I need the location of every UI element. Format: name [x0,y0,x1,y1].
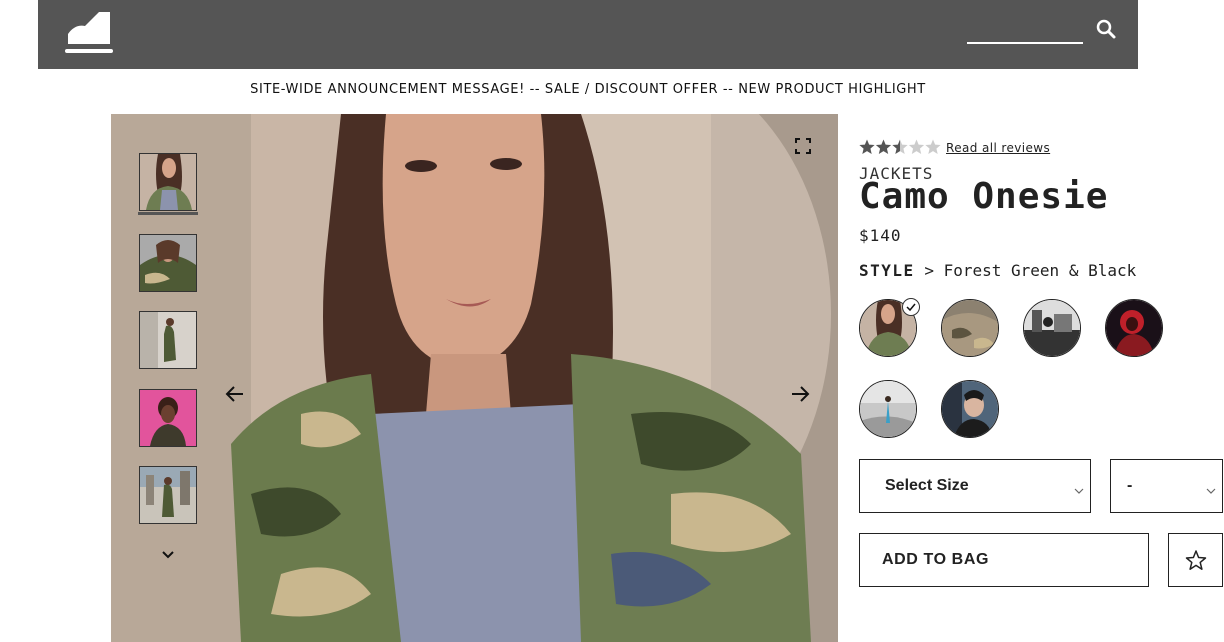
announcement-banner[interactable]: SITE-WIDE ANNOUNCEMENT MESSAGE! -- SALE … [0,82,1176,97]
add-to-bag-label: ADD TO BAG [882,551,990,568]
style-separator: > [924,261,934,280]
thumbnail-active-indicator [138,212,198,215]
product-price: $140 [859,226,902,245]
size-select-value: Select Size [885,477,969,494]
chevron-down-icon [1206,482,1216,500]
product-main-image[interactable] [111,114,838,642]
rating-star [859,139,875,154]
style-swatch-5[interactable] [859,380,917,438]
rating-star [908,139,925,154]
thumbnail-5[interactable] [139,466,197,524]
site-header [38,0,1138,69]
thumbnail-4[interactable] [139,389,197,447]
selected-check-icon [902,298,920,316]
quantity-select[interactable]: - [1110,459,1223,513]
arrow-right-icon[interactable] [790,385,810,408]
quantity-select-value: - [1127,477,1133,494]
style-swatch-6[interactable] [941,380,999,438]
style-label: STYLE [859,261,915,280]
size-select[interactable]: Select Size [859,459,1091,513]
search-input[interactable] [967,18,1083,44]
style-selection: STYLE > Forest Green & Black [859,261,1136,280]
chevron-down-icon[interactable] [161,547,175,565]
arrow-left-icon[interactable] [225,385,245,408]
star-outline-icon [1185,550,1207,570]
chevron-down-icon [1074,482,1084,500]
read-reviews-link[interactable]: Read all reviews [946,141,1050,155]
rating-star [925,139,941,154]
style-swatch-4[interactable] [1105,299,1163,357]
thumbnail-2[interactable] [139,234,197,292]
product-title: Camo Onesie [859,176,1109,217]
search-icon[interactable] [1094,17,1118,41]
rating-star [892,139,908,154]
style-value: Forest Green & Black [943,261,1137,280]
style-swatch-3[interactable] [1023,299,1081,357]
favorite-button[interactable] [1168,533,1223,587]
thumbnail-1[interactable] [139,153,197,211]
rating-star [875,139,892,154]
expand-icon[interactable] [795,138,811,159]
rating-stars [859,139,943,155]
style-swatch-2[interactable] [941,299,999,357]
logo-icon[interactable] [65,10,113,56]
thumbnail-3[interactable] [139,311,197,369]
add-to-bag-button[interactable]: ADD TO BAG [859,533,1149,587]
